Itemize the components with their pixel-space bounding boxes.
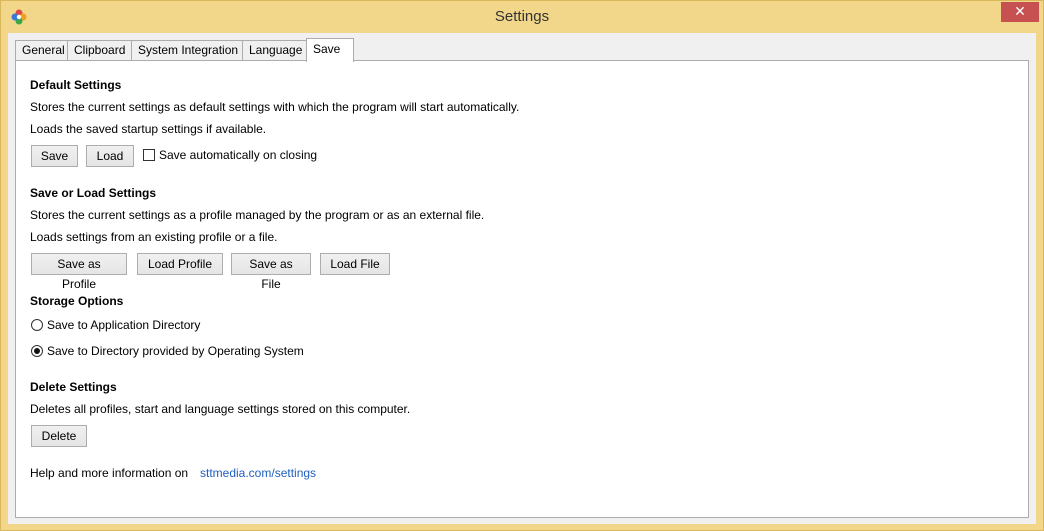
tab-clipboard[interactable]: Clipboard	[67, 40, 133, 60]
load-default-button[interactable]: Load	[86, 145, 134, 167]
settings-window: Settings ✕ General Clipboard System Inte…	[0, 0, 1044, 531]
auto-save-label[interactable]: Save automatically on closing	[159, 148, 317, 162]
delete-settings-desc: Deletes all profiles, start and language…	[30, 402, 411, 416]
tab-language[interactable]: Language	[242, 40, 310, 60]
app-directory-radio[interactable]	[31, 319, 43, 331]
auto-save-checkbox[interactable]	[143, 149, 155, 161]
save-load-desc-1: Stores the current settings as a profile…	[30, 208, 485, 222]
load-profile-button[interactable]: Load Profile	[137, 253, 223, 275]
save-tab-panel: Default Settings Stores the current sett…	[15, 60, 1029, 518]
tab-system-integration[interactable]: System Integration	[131, 40, 246, 60]
save-default-button[interactable]: Save	[31, 145, 78, 167]
client-area: General Clipboard System Integration Lan…	[8, 33, 1036, 524]
os-directory-radio[interactable]	[31, 345, 43, 357]
app-directory-label[interactable]: Save to Application Directory	[47, 318, 200, 332]
save-load-desc-2: Loads settings from an existing profile …	[30, 230, 278, 244]
default-settings-heading: Default Settings	[30, 78, 122, 92]
save-load-heading: Save or Load Settings	[30, 186, 157, 200]
save-as-profile-button[interactable]: Save as Profile	[31, 253, 127, 291]
tab-save[interactable]: Save	[306, 38, 354, 62]
title-bar[interactable]: Settings ✕	[1, 1, 1043, 33]
tab-general[interactable]: General	[15, 40, 72, 60]
os-directory-label[interactable]: Save to Directory provided by Operating …	[47, 344, 304, 358]
close-icon: ✕	[1014, 3, 1026, 19]
load-file-button[interactable]: Load File	[320, 253, 390, 275]
save-as-file-button[interactable]: Save as File	[231, 253, 311, 291]
delete-button[interactable]: Delete	[31, 425, 87, 447]
delete-settings-heading: Delete Settings	[30, 380, 117, 394]
help-text: Help and more information on	[30, 466, 189, 480]
window-title: Settings	[494, 8, 550, 25]
default-settings-desc-1: Stores the current settings as default s…	[30, 100, 520, 114]
close-button[interactable]: ✕	[1001, 2, 1039, 22]
storage-options-heading: Storage Options	[30, 294, 124, 308]
help-link[interactable]: sttmedia.com/settings	[200, 466, 316, 480]
default-settings-desc-2: Loads the saved startup settings if avai…	[30, 122, 267, 136]
